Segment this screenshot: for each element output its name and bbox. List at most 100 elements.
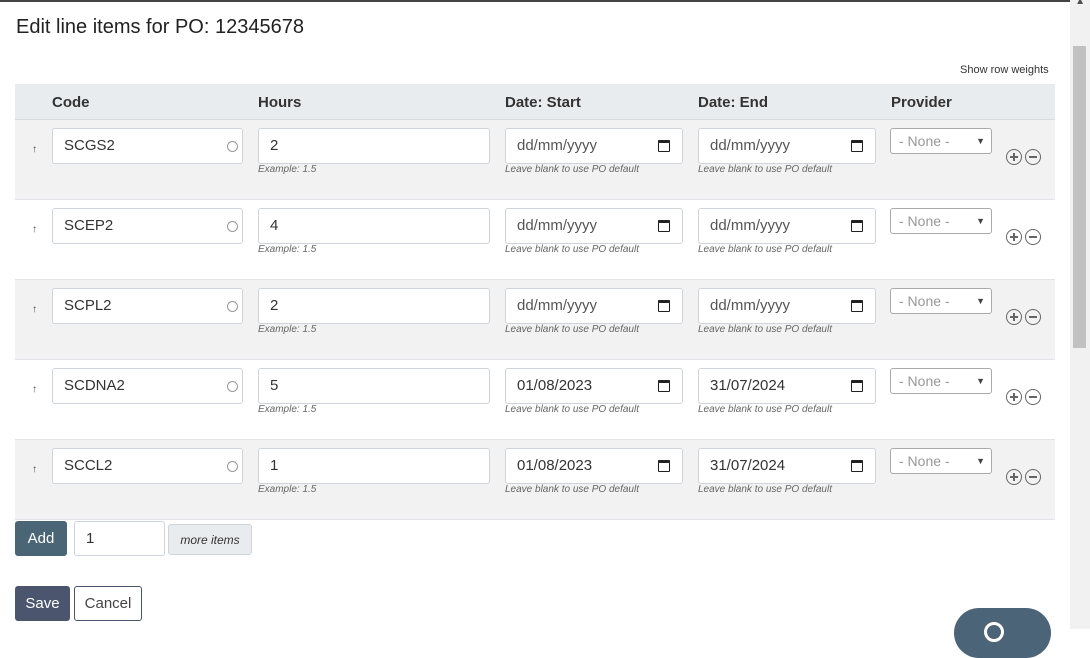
drag-handle-icon[interactable]: ↑ (32, 224, 37, 235)
calendar-icon[interactable] (851, 140, 863, 152)
plus-circle-icon[interactable] (1006, 229, 1022, 245)
calendar-icon[interactable] (658, 140, 670, 152)
calendar-icon[interactable] (851, 220, 863, 232)
date-end-value: dd/mm/yyyy (710, 297, 791, 314)
add-button[interactable]: Add (15, 521, 67, 556)
plus-circle-icon[interactable] (1006, 309, 1022, 325)
table-row: ↑ SCGS2 2 Example: 1.5 dd/mm/yyyy Leave … (15, 120, 1055, 200)
minus-circle-icon[interactable] (1025, 149, 1041, 165)
provider-value: - None - (899, 373, 950, 389)
provider-select[interactable]: - None - ▼ (890, 208, 992, 234)
code-value: SCEP2 (64, 217, 114, 234)
drag-handle-icon[interactable]: ↑ (32, 144, 37, 155)
date-end-input[interactable]: 31/07/2024 (698, 368, 876, 404)
chevron-down-icon: ▼ (976, 136, 985, 146)
plus-circle-icon[interactable] (1006, 469, 1022, 485)
hours-input[interactable]: 1 (258, 448, 490, 484)
calendar-icon[interactable] (658, 380, 670, 392)
drag-handle-icon[interactable]: ↑ (32, 464, 37, 475)
provider-select[interactable]: - None - ▼ (890, 288, 992, 314)
show-row-weights-link[interactable]: Show row weights (960, 64, 1049, 76)
hours-value: 2 (270, 297, 279, 314)
hours-input[interactable]: 4 (258, 208, 490, 244)
date-start-value: 01/08/2023 (517, 377, 593, 394)
hours-hint: Example: 1.5 (258, 484, 317, 495)
hours-value: 4 (270, 217, 279, 234)
hours-value: 5 (270, 377, 279, 394)
date-end-input[interactable]: 31/07/2024 (698, 448, 876, 484)
date-start-hint: Leave blank to use PO default (505, 484, 639, 495)
scrollbar[interactable]: ▲ (1070, 0, 1090, 629)
date-end-value: dd/mm/yyyy (710, 137, 791, 154)
line-items-table: Code Hours Date: Start Date: End Provide… (15, 84, 1055, 520)
hours-input[interactable]: 5 (258, 368, 490, 404)
cancel-button[interactable]: Cancel (74, 586, 142, 621)
code-input[interactable]: SCEP2 (52, 208, 243, 244)
date-end-hint: Leave blank to use PO default (698, 324, 832, 335)
more-items-label: more items (168, 524, 252, 555)
code-input[interactable]: SCGS2 (52, 128, 243, 164)
plus-circle-icon[interactable] (1006, 149, 1022, 165)
scroll-up-icon[interactable]: ▲ (1075, 0, 1085, 7)
date-end-input[interactable]: dd/mm/yyyy (698, 128, 876, 164)
row-actions (1006, 469, 1044, 487)
circle-icon (227, 141, 238, 152)
drag-handle-icon[interactable]: ↑ (32, 384, 37, 395)
date-end-value: 31/07/2024 (710, 457, 786, 474)
help-icon (984, 622, 1004, 642)
code-input[interactable]: SCDNA2 (52, 368, 243, 404)
calendar-icon[interactable] (851, 380, 863, 392)
date-start-value: 01/08/2023 (517, 457, 593, 474)
minus-circle-icon[interactable] (1025, 389, 1041, 405)
row-actions (1006, 389, 1044, 407)
calendar-icon[interactable] (851, 460, 863, 472)
date-start-input[interactable]: dd/mm/yyyy (505, 288, 683, 324)
code-input[interactable]: SCCL2 (52, 448, 243, 484)
hours-input[interactable]: 2 (258, 288, 490, 324)
column-header-hours: Hours (258, 94, 302, 111)
provider-select[interactable]: - None - ▼ (890, 368, 992, 394)
calendar-icon[interactable] (658, 460, 670, 472)
hours-input[interactable]: 2 (258, 128, 490, 164)
add-count-input[interactable]: 1 (74, 521, 165, 556)
provider-select[interactable]: - None - ▼ (890, 448, 992, 474)
date-start-input[interactable]: 01/08/2023 (505, 448, 683, 484)
help-button[interactable] (954, 608, 1051, 658)
calendar-icon[interactable] (658, 300, 670, 312)
provider-value: - None - (899, 453, 950, 469)
hours-value: 2 (270, 137, 279, 154)
row-actions (1006, 229, 1044, 247)
provider-select[interactable]: - None - ▼ (890, 128, 992, 154)
drag-handle-icon[interactable]: ↑ (32, 304, 37, 315)
hours-hint: Example: 1.5 (258, 244, 317, 255)
window-top-border (0, 0, 1090, 2)
column-header-provider: Provider (891, 94, 952, 111)
code-input[interactable]: SCPL2 (52, 288, 243, 324)
plus-circle-icon[interactable] (1006, 389, 1022, 405)
table-row: ↑ SCCL2 1 Example: 1.5 01/08/2023 Leave … (15, 440, 1055, 520)
chevron-down-icon: ▼ (976, 296, 985, 306)
minus-circle-icon[interactable] (1025, 229, 1041, 245)
save-button[interactable]: Save (15, 586, 70, 621)
calendar-icon[interactable] (851, 300, 863, 312)
date-end-hint: Leave blank to use PO default (698, 244, 832, 255)
date-end-hint: Leave blank to use PO default (698, 484, 832, 495)
circle-icon (227, 461, 238, 472)
date-end-input[interactable]: dd/mm/yyyy (698, 288, 876, 324)
row-actions (1006, 149, 1044, 167)
date-end-hint: Leave blank to use PO default (698, 404, 832, 415)
date-start-hint: Leave blank to use PO default (505, 324, 639, 335)
date-start-input[interactable]: dd/mm/yyyy (505, 128, 683, 164)
date-end-input[interactable]: dd/mm/yyyy (698, 208, 876, 244)
date-start-input[interactable]: dd/mm/yyyy (505, 208, 683, 244)
circle-icon (227, 301, 238, 312)
table-body: ↑ SCGS2 2 Example: 1.5 dd/mm/yyyy Leave … (15, 120, 1055, 520)
hours-hint: Example: 1.5 (258, 324, 317, 335)
calendar-icon[interactable] (658, 220, 670, 232)
table-row: ↑ SCPL2 2 Example: 1.5 dd/mm/yyyy Leave … (15, 280, 1055, 360)
scrollbar-thumb[interactable] (1073, 46, 1086, 348)
minus-circle-icon[interactable] (1025, 309, 1041, 325)
code-value: SCDNA2 (64, 377, 125, 394)
minus-circle-icon[interactable] (1025, 469, 1041, 485)
date-start-input[interactable]: 01/08/2023 (505, 368, 683, 404)
